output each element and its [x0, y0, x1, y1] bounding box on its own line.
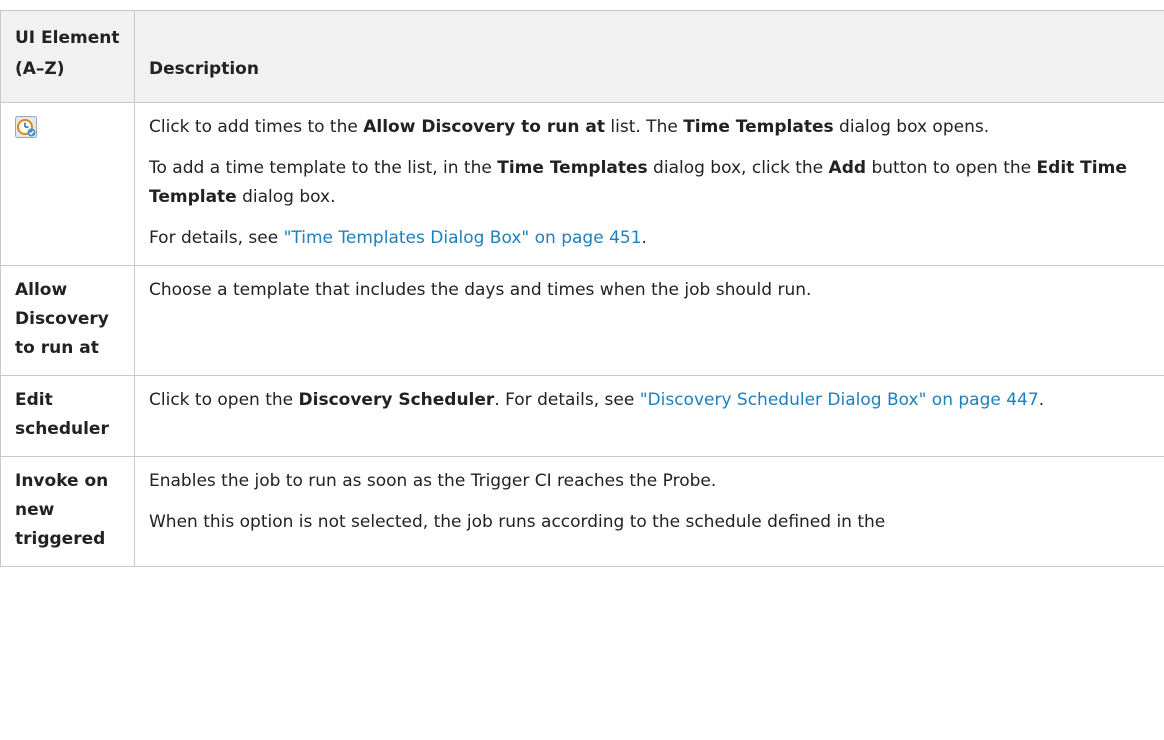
table-row: Allow Discovery to run at Choose a templ…: [0, 265, 1164, 376]
ui-element-label: Allow Discovery to run at: [0, 265, 135, 376]
text: For details, see: [149, 228, 284, 248]
text: .: [1038, 390, 1045, 410]
description-cell: Click to open the Discovery Scheduler. F…: [134, 375, 1164, 457]
table-row: Invoke on new triggered Enables the job …: [0, 456, 1164, 567]
text: Click to open the: [149, 390, 299, 410]
column-header-description: Description: [134, 10, 1164, 103]
text: .: [641, 228, 647, 248]
text: dialog box, click the: [647, 158, 829, 178]
ui-element-cell: [0, 102, 135, 266]
text: To add a time template to the list, in t…: [149, 158, 498, 178]
text: dialog box opens.: [833, 117, 990, 137]
discovery-scheduler-link[interactable]: "Discovery Scheduler Dialog Box" on page…: [640, 390, 1039, 410]
ui-term: Discovery Scheduler: [298, 390, 495, 410]
table-row: Click to add times to the Allow Discover…: [0, 102, 1164, 266]
time-template-add-icon[interactable]: [15, 116, 37, 138]
table-header-row: UI Element (A–Z) Description: [0, 10, 1164, 103]
text: list. The: [605, 117, 684, 137]
ui-element-label: Edit scheduler: [0, 375, 135, 457]
description-cell: Click to add times to the Allow Discover…: [134, 102, 1164, 266]
ui-term: Time Templates: [497, 158, 648, 178]
time-templates-link[interactable]: "Time Templates Dialog Box" on page 451: [284, 228, 642, 248]
description-paragraph: Enables the job to run as soon as the Tr…: [149, 471, 717, 491]
ui-element-label: Invoke on new triggered: [0, 456, 135, 567]
description-cell: Choose a template that includes the days…: [134, 265, 1164, 376]
text: button to open the: [866, 158, 1037, 178]
ui-term: Time Templates: [683, 117, 834, 137]
description-paragraph: Click to open the Discovery Scheduler. F…: [149, 386, 1152, 415]
text: . For details, see: [494, 390, 640, 410]
ui-term: Allow Discovery to run at: [363, 117, 605, 137]
description-paragraph: Click to add times to the Allow Discover…: [149, 113, 1152, 142]
description-paragraph: When this option is not selected, the jo…: [149, 512, 886, 532]
table-row: Edit scheduler Click to open the Discove…: [0, 375, 1164, 457]
description-paragraph: To add a time template to the list, in t…: [149, 154, 1152, 212]
description-paragraph: Choose a template that includes the days…: [149, 280, 812, 300]
description-paragraph: For details, see "Time Templates Dialog …: [149, 224, 1152, 253]
ui-term: Add: [828, 158, 867, 178]
text: dialog box.: [236, 187, 336, 207]
description-cell: Enables the job to run as soon as the Tr…: [134, 456, 1164, 567]
text: Click to add times to the: [149, 117, 364, 137]
ui-elements-table: UI Element (A–Z) Description Click to ad…: [0, 10, 1164, 567]
column-header-ui-element: UI Element (A–Z): [0, 10, 135, 103]
